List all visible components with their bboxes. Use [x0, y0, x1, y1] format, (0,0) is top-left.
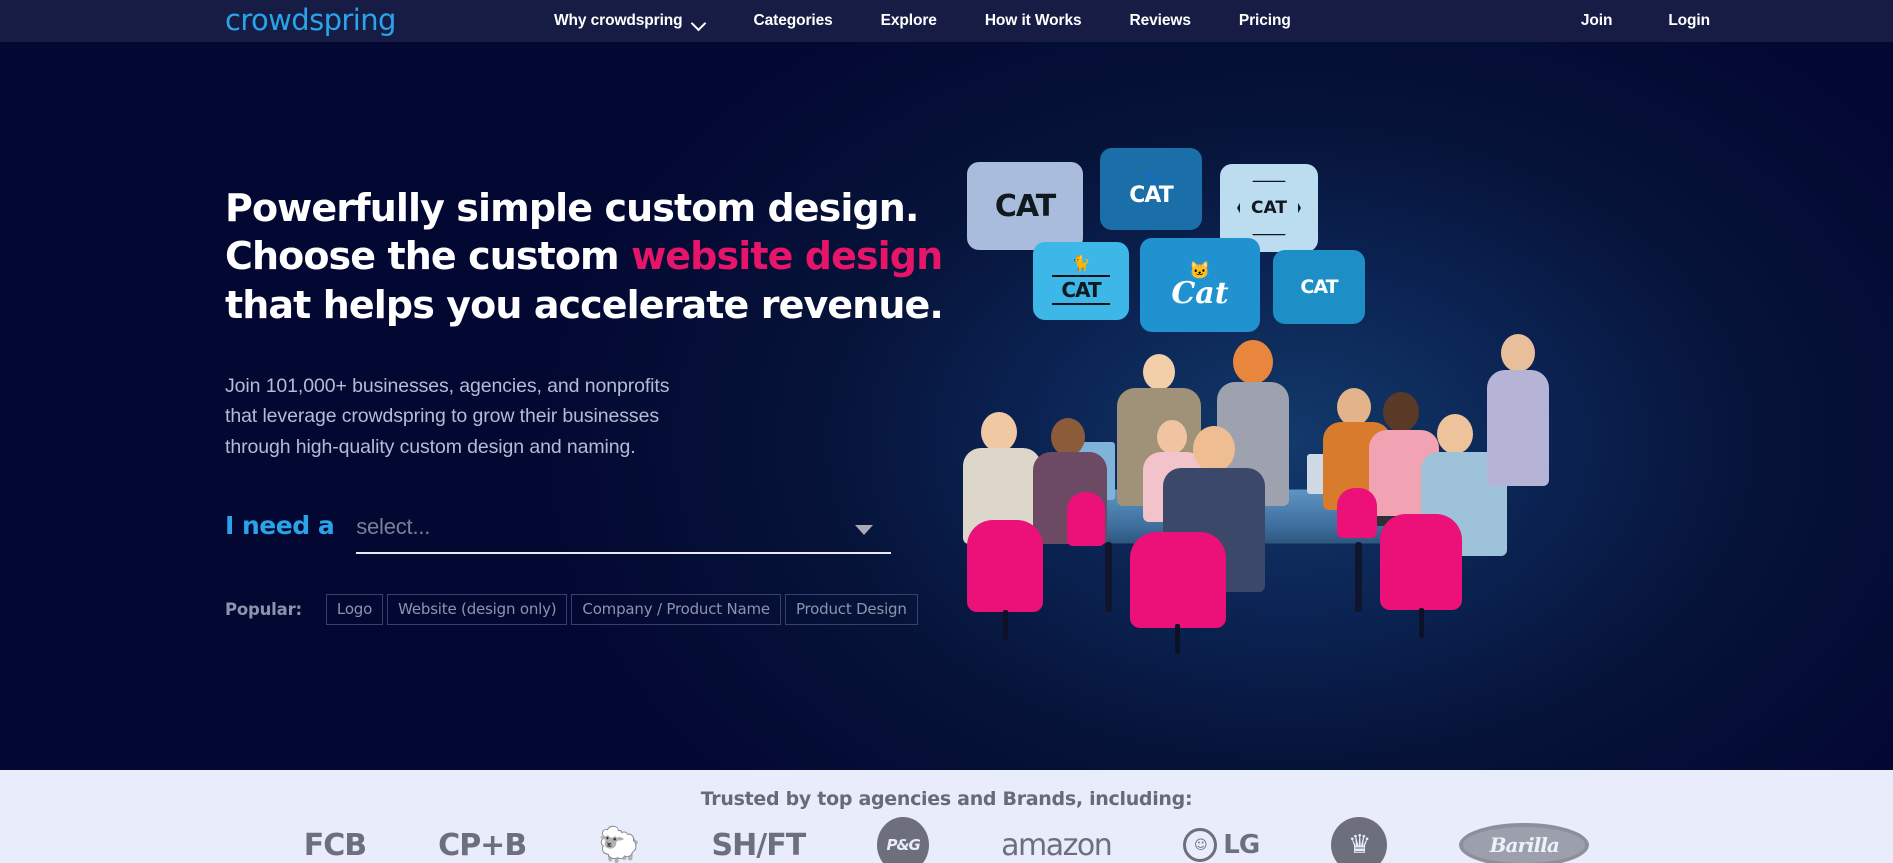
office-chair: [1337, 488, 1377, 538]
popular-tag-company-product-name[interactable]: Company / Product Name: [571, 593, 781, 625]
chair-leg: [1419, 608, 1424, 638]
person-head: [1501, 334, 1535, 372]
trusted-title: Trusted by top agencies and Brands, incl…: [700, 788, 1193, 810]
lg-text: LG: [1223, 830, 1260, 860]
service-select-value[interactable]: select...: [356, 514, 891, 540]
popular-tags-row: Popular: Logo Website (design only) Comp…: [225, 593, 985, 625]
brand-logo-sheep: 🐑: [598, 822, 640, 863]
sheep-icon: 🐑: [598, 825, 640, 863]
brand-logo-shift: SH/FT: [711, 827, 807, 863]
nav-item-explore[interactable]: Explore: [857, 13, 961, 29]
subtext-line-1: Join 101,000+ businesses, agencies, and …: [225, 374, 670, 397]
popular-tag-product-design[interactable]: Product Design: [784, 593, 918, 625]
headline-line-2-prefix: Choose the custom: [225, 234, 632, 279]
brand-logo-amazon: amazon: [1001, 827, 1113, 863]
subtext-line-3: through high-quality custom design and n…: [225, 435, 636, 458]
team-meeting-scene: Cat: [955, 292, 1585, 672]
caret-down-icon[interactable]: [855, 524, 874, 535]
nav-item-pricing[interactable]: Pricing: [1215, 13, 1315, 29]
headline-line-1: Powerfully simple custom design.: [225, 186, 919, 230]
person-head: [1193, 426, 1235, 472]
office-chair: [1067, 492, 1105, 546]
hero-section: Powerfully simple custom design. Choose …: [0, 42, 1893, 770]
page-title: Powerfully simple custom design. Choose …: [225, 184, 985, 329]
logo-card-1: CAT: [967, 162, 1083, 250]
nav-item-how-it-works[interactable]: How it Works: [961, 13, 1106, 29]
office-chair: [1130, 532, 1226, 628]
office-chair: [967, 520, 1043, 612]
hexagon-icon: CAT: [1237, 180, 1301, 236]
table-leg: [1105, 542, 1112, 612]
chair-leg: [1175, 624, 1180, 654]
top-navigation-bar: crowdspring Why crowdspring Categories E…: [0, 0, 1893, 42]
brand-logo-starbucks: ♛: [1331, 817, 1388, 863]
brand-logo-row: FCB CP+B 🐑 SH/FT P&G amazon ☺ LG ♛ Baril…: [0, 817, 1893, 863]
nav-item-reviews[interactable]: Reviews: [1106, 13, 1215, 29]
login-link[interactable]: Login: [1640, 13, 1738, 29]
person-head: [1143, 354, 1175, 390]
chevron-down-icon: [693, 18, 706, 26]
service-select[interactable]: select...: [356, 514, 892, 554]
logo-card-2: 🐾 CAT: [1100, 148, 1202, 230]
lg-circle-icon: ☺: [1183, 828, 1218, 862]
nav-item-why-crowdspring[interactable]: Why crowdspring: [530, 13, 730, 29]
popular-tag-logo[interactable]: Logo: [325, 593, 384, 625]
headline-line-3: that helps you accelerate revenue.: [225, 282, 944, 327]
subtext-line-2: that leverage crowdspring to grow their …: [225, 405, 659, 428]
person-head: [981, 412, 1017, 452]
person-body: [1487, 370, 1549, 486]
trusted-brands-section: Trusted by top agencies and Brands, incl…: [0, 770, 1893, 863]
brand-logo-lg: ☺ LG: [1183, 822, 1260, 863]
logo-card-2-text: CAT: [1129, 183, 1173, 208]
barilla-oval: Barilla: [1459, 823, 1590, 863]
brand-logo-barilla: Barilla: [1459, 822, 1590, 863]
chair-leg: [1003, 610, 1008, 640]
brand-logo-cpb: CP+B: [438, 827, 527, 863]
brand-logo-fcb: FCB: [303, 827, 367, 863]
service-select-row: I need a select...: [225, 511, 985, 554]
person-head: [1337, 388, 1371, 426]
office-chair: [1380, 514, 1462, 610]
table-leg: [1355, 542, 1362, 612]
brand-logo-pg: P&G: [877, 817, 930, 863]
nav-item-categories[interactable]: Categories: [730, 13, 857, 29]
join-link[interactable]: Join: [1553, 13, 1640, 29]
hero-subtext: Join 101,000+ businesses, agencies, and …: [225, 371, 985, 463]
logo-card-1-text: CAT: [994, 188, 1056, 224]
cat-silhouette-icon: 🐈: [1071, 255, 1091, 273]
person-head: [1437, 414, 1473, 454]
logo-card-3-text: CAT: [1251, 198, 1287, 218]
hero-copy-block: Powerfully simple custom design. Choose …: [225, 42, 985, 625]
account-nav-links: Join Login: [1553, 0, 1738, 42]
popular-label: Popular:: [225, 599, 302, 619]
person-head: [1383, 392, 1419, 432]
i-need-a-label: I need a: [225, 510, 335, 540]
main-nav-links: Why crowdspring Categories Explore How i…: [530, 0, 1315, 42]
popular-tag-website[interactable]: Website (design only): [387, 593, 568, 625]
nav-item-label: Why crowdspring: [554, 12, 683, 30]
starbucks-siren-icon: ♛: [1331, 817, 1388, 863]
person-head: [1051, 418, 1085, 456]
pg-circle-icon: P&G: [877, 817, 930, 863]
headline-highlight: website design: [631, 234, 943, 279]
person-head: [1233, 340, 1273, 384]
person-head: [1157, 420, 1187, 454]
hero-illustration: CAT 🐾 CAT CAT 🐈 CAT 🐱 Cat CAT: [955, 148, 1585, 672]
crowdspring-logo[interactable]: crowdspring: [225, 6, 396, 35]
lg-mark: ☺ LG: [1183, 828, 1260, 862]
